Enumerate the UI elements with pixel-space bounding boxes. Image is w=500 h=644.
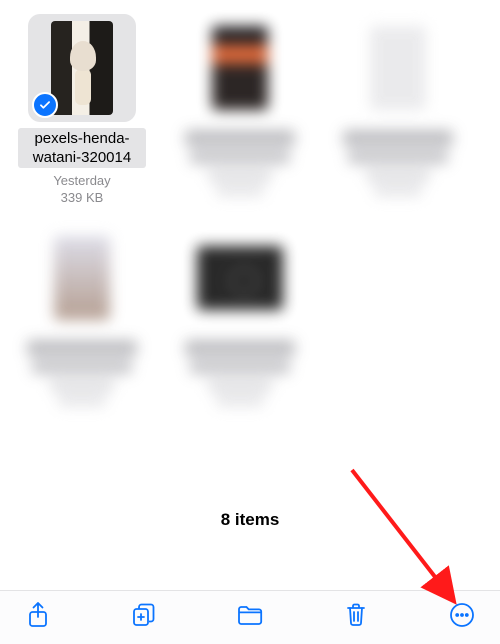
duplicate-button[interactable] xyxy=(124,598,164,638)
file-thumbnail[interactable] xyxy=(28,14,136,122)
file-date: Yesterday xyxy=(53,172,110,189)
file-tile[interactable] xyxy=(324,14,472,206)
selected-check-icon xyxy=(32,92,58,118)
share-button[interactable] xyxy=(18,598,58,638)
file-name: pexels-henda-watani-320014 xyxy=(18,128,146,168)
file-grid: pexels-henda-watani-320014 Yesterday 339… xyxy=(8,14,492,406)
more-button[interactable] xyxy=(442,598,482,638)
bottom-toolbar xyxy=(0,590,500,644)
file-tile[interactable] xyxy=(8,224,156,406)
file-size: 339 KB xyxy=(61,189,104,206)
delete-button[interactable] xyxy=(336,598,376,638)
share-icon xyxy=(26,601,50,634)
file-tile[interactable] xyxy=(166,224,314,406)
file-tile[interactable]: pexels-henda-watani-320014 Yesterday 339… xyxy=(8,14,156,206)
move-button[interactable] xyxy=(230,598,270,638)
item-count-label: 8 items xyxy=(0,510,500,530)
file-tile[interactable] xyxy=(166,14,314,206)
file-grid-content: pexels-henda-watani-320014 Yesterday 339… xyxy=(0,0,500,590)
trash-icon xyxy=(344,602,368,633)
more-icon xyxy=(449,602,475,633)
duplicate-icon xyxy=(131,602,157,633)
file-thumbnail-image xyxy=(51,21,113,115)
folder-icon xyxy=(236,603,264,632)
